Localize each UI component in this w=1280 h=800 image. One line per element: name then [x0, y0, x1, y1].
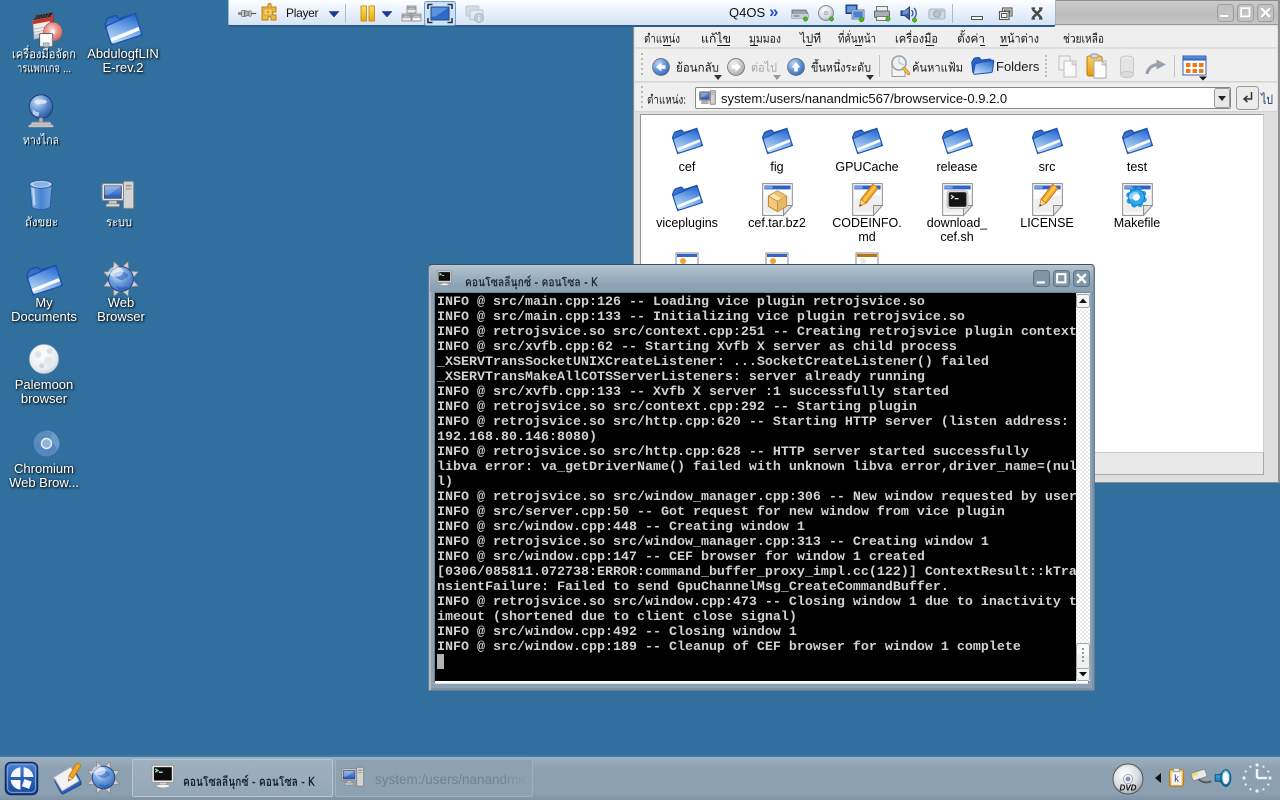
- svg-text:DVD: DVD: [1120, 784, 1137, 793]
- svg-text:k: k: [1174, 774, 1179, 785]
